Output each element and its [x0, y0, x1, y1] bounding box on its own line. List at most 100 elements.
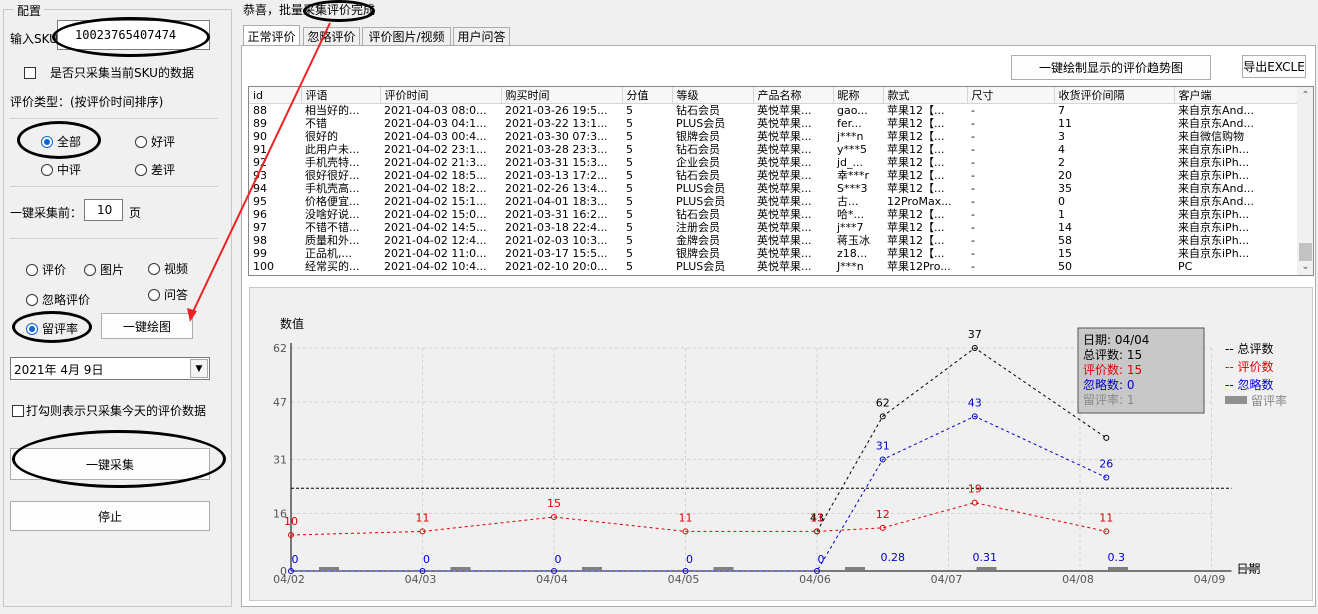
tab-review-media[interactable]: 评价图片/视频	[362, 27, 451, 45]
export-excel-button[interactable]: 导出EXCLE	[1242, 55, 1306, 78]
table-cell: 不错	[305, 117, 327, 130]
column-header[interactable]: 款式	[883, 87, 968, 104]
today-only-checkbox[interactable]: 打勾则表示只采集今天的评价数据	[12, 402, 206, 419]
table-row[interactable]: 95 价格便宜... 2021-04-02 15:1... 2021-04-01 18…	[249, 195, 1297, 208]
column-header[interactable]: 产品名称	[753, 87, 834, 104]
radio-chart-images[interactable]: 图片	[84, 261, 124, 278]
column-header[interactable]: 收货评价间隔	[1054, 87, 1175, 104]
legend-item: 留评率	[1251, 393, 1287, 408]
tab-ignored-reviews[interactable]: 忽略评价	[303, 27, 360, 45]
page-count-input[interactable]: 10	[84, 199, 123, 221]
table-cell: 苹果12【...	[887, 208, 945, 221]
table-row[interactable]: 93 很好很好... 2021-04-02 18:5... 2021-03-13 17…	[249, 169, 1297, 182]
table-cell: 古...	[837, 195, 859, 208]
table-row[interactable]: 92 手机壳特... 2021-04-02 21:3... 2021-03-31 15…	[249, 156, 1297, 169]
reviews-table-container[interactable]: id 评语 评价时间 购买时间 分值 等级 产品名称 昵称 款式 尺寸 收货评价间隔 客户端 88 相当…	[248, 86, 1314, 276]
annotation-ellipse-sku	[52, 17, 210, 57]
scroll-down-icon[interactable]: ⌄	[1297, 258, 1313, 275]
scroll-up-icon[interactable]: ⌃	[1297, 87, 1313, 104]
tooltip-line: 忽略数: 0	[1083, 377, 1135, 392]
tooltip-line: 总评数: 15	[1083, 347, 1142, 362]
x-tick-label: 04/03	[405, 573, 437, 586]
table-cell: -	[971, 169, 975, 182]
x-tick-label: 04/05	[668, 573, 700, 586]
table-cell: 14	[1058, 221, 1072, 234]
rate-bar	[319, 567, 339, 570]
table-vertical-scrollbar[interactable]: ⌃ ⌄	[1297, 87, 1313, 275]
table-cell: S***3	[837, 182, 868, 195]
table-row[interactable]: 94 手机壳高... 2021-04-02 18:2... 2021-02-26 13…	[249, 182, 1297, 195]
data-label: 15	[547, 497, 561, 510]
tab-user-qa[interactable]: 用户问答	[453, 27, 510, 45]
table-cell: 91	[253, 143, 267, 156]
table-cell: 英悦苹果...	[757, 169, 812, 182]
radio-good[interactable]: 好评	[135, 133, 175, 150]
radio-bad[interactable]: 差评	[135, 161, 175, 178]
table-cell: 经常买的...	[305, 260, 360, 273]
column-header[interactable]: id	[249, 87, 302, 104]
table-cell: 来自京东iPh...	[1178, 234, 1250, 247]
table-cell: 英悦苹果...	[757, 130, 812, 143]
table-cell: 88	[253, 104, 267, 117]
table-cell: 89	[253, 117, 267, 130]
table-cell: 2021-03-26 19:5...	[505, 104, 608, 117]
table-cell: 钻石会员	[676, 208, 720, 221]
table-cell: 97	[253, 221, 267, 234]
table-row[interactable]: 89 不错 2021-04-03 04:1... 2021-03-22 13:1...…	[249, 117, 1297, 130]
radio-medium[interactable]: 中评	[41, 161, 81, 178]
table-row[interactable]: 100 经常买的... 2021-04-02 10:4... 2021-02-10 2…	[249, 260, 1297, 273]
table-cell: 注册会员	[676, 221, 720, 234]
table-row[interactable]: 96 没啥好说... 2021-04-02 15:0... 2021-03-31 16…	[249, 208, 1297, 221]
table-cell: 5	[626, 143, 633, 156]
column-header[interactable]: 昵称	[833, 87, 884, 104]
tab-normal-reviews[interactable]: 正常评价	[243, 25, 300, 46]
table-cell: j***n	[837, 130, 864, 143]
column-header[interactable]: 评价时间	[380, 87, 502, 104]
rate-bar	[1108, 567, 1128, 570]
table-cell: -	[971, 260, 975, 273]
table-row[interactable]: 99 正品机,... 2021-04-02 11:0... 2021-03-17 15…	[249, 247, 1297, 260]
chevron-down-icon[interactable]: ▼	[190, 359, 208, 378]
date-picker[interactable]: 2021年 4月 9日 ▼	[10, 357, 210, 380]
table-cell: -	[971, 104, 975, 117]
table-row[interactable]: 88 相当好的... 2021-04-03 08:0... 2021-03-26 19…	[249, 104, 1297, 118]
table-row[interactable]: 91 此用户未... 2021-04-02 23:1... 2021-03-28 23…	[249, 143, 1297, 156]
x-tick-label: 04/06	[799, 573, 831, 586]
stop-button[interactable]: 停止	[10, 501, 210, 531]
table-cell: J***n	[837, 260, 864, 273]
table-row[interactable]: 90 很好的 2021-04-03 00:4... 2021-03-30 07:3..…	[249, 130, 1297, 143]
table-row[interactable]: 98 质量和外... 2021-04-02 12:4... 2021-02-03 10…	[249, 234, 1297, 247]
data-label: 10	[284, 515, 298, 528]
date-picker-value: 2021年 4月 9日	[14, 363, 104, 377]
table-cell: 银牌会员	[676, 247, 720, 260]
draw-chart-button[interactable]: 一键绘图	[101, 313, 193, 339]
legend-item: -- 总评数	[1225, 341, 1273, 356]
column-header[interactable]: 等级	[672, 87, 754, 104]
radio-chart-ignored[interactable]: 忽略评价	[26, 291, 90, 308]
table-row[interactable]: 97 不错不错... 2021-04-02 14:5... 2021-03-18 22…	[249, 221, 1297, 234]
table-cell: 5	[626, 156, 633, 169]
table-cell: 来自京东And...	[1178, 117, 1254, 130]
table-cell: 英悦苹果...	[757, 234, 812, 247]
radio-chart-reviews[interactable]: 评价	[26, 261, 66, 278]
table-cell: 5	[626, 182, 633, 195]
rate-bar	[976, 567, 997, 570]
column-header[interactable]: 购买时间	[501, 87, 623, 104]
table-cell: 没啥好说...	[305, 208, 360, 221]
radio-chart-qa[interactable]: 问答	[148, 286, 188, 303]
annotation-ellipse-all	[17, 121, 101, 159]
only-current-sku-checkbox[interactable]: 是否只采集当前SKU的数据	[24, 64, 194, 81]
table-cell: 2021-04-02 18:5...	[384, 169, 487, 182]
column-header[interactable]: 客户端	[1174, 87, 1298, 104]
draw-trend-button[interactable]: 一键绘制显示的评价趋势图	[1011, 55, 1211, 80]
radio-chart-videos[interactable]: 视频	[148, 260, 188, 277]
x-tick-label: 04/09	[1194, 573, 1226, 586]
column-header[interactable]: 尺寸	[967, 87, 1055, 104]
column-header[interactable]: 评语	[301, 87, 381, 104]
table-cell: 蒋玉冰	[837, 234, 870, 247]
table-cell: 正品机,...	[305, 247, 352, 260]
column-header[interactable]: 分值	[622, 87, 673, 104]
radio-label: 好评	[151, 135, 176, 149]
table-cell: 15	[1058, 247, 1072, 260]
radio-label: 忽略评价	[42, 293, 91, 307]
